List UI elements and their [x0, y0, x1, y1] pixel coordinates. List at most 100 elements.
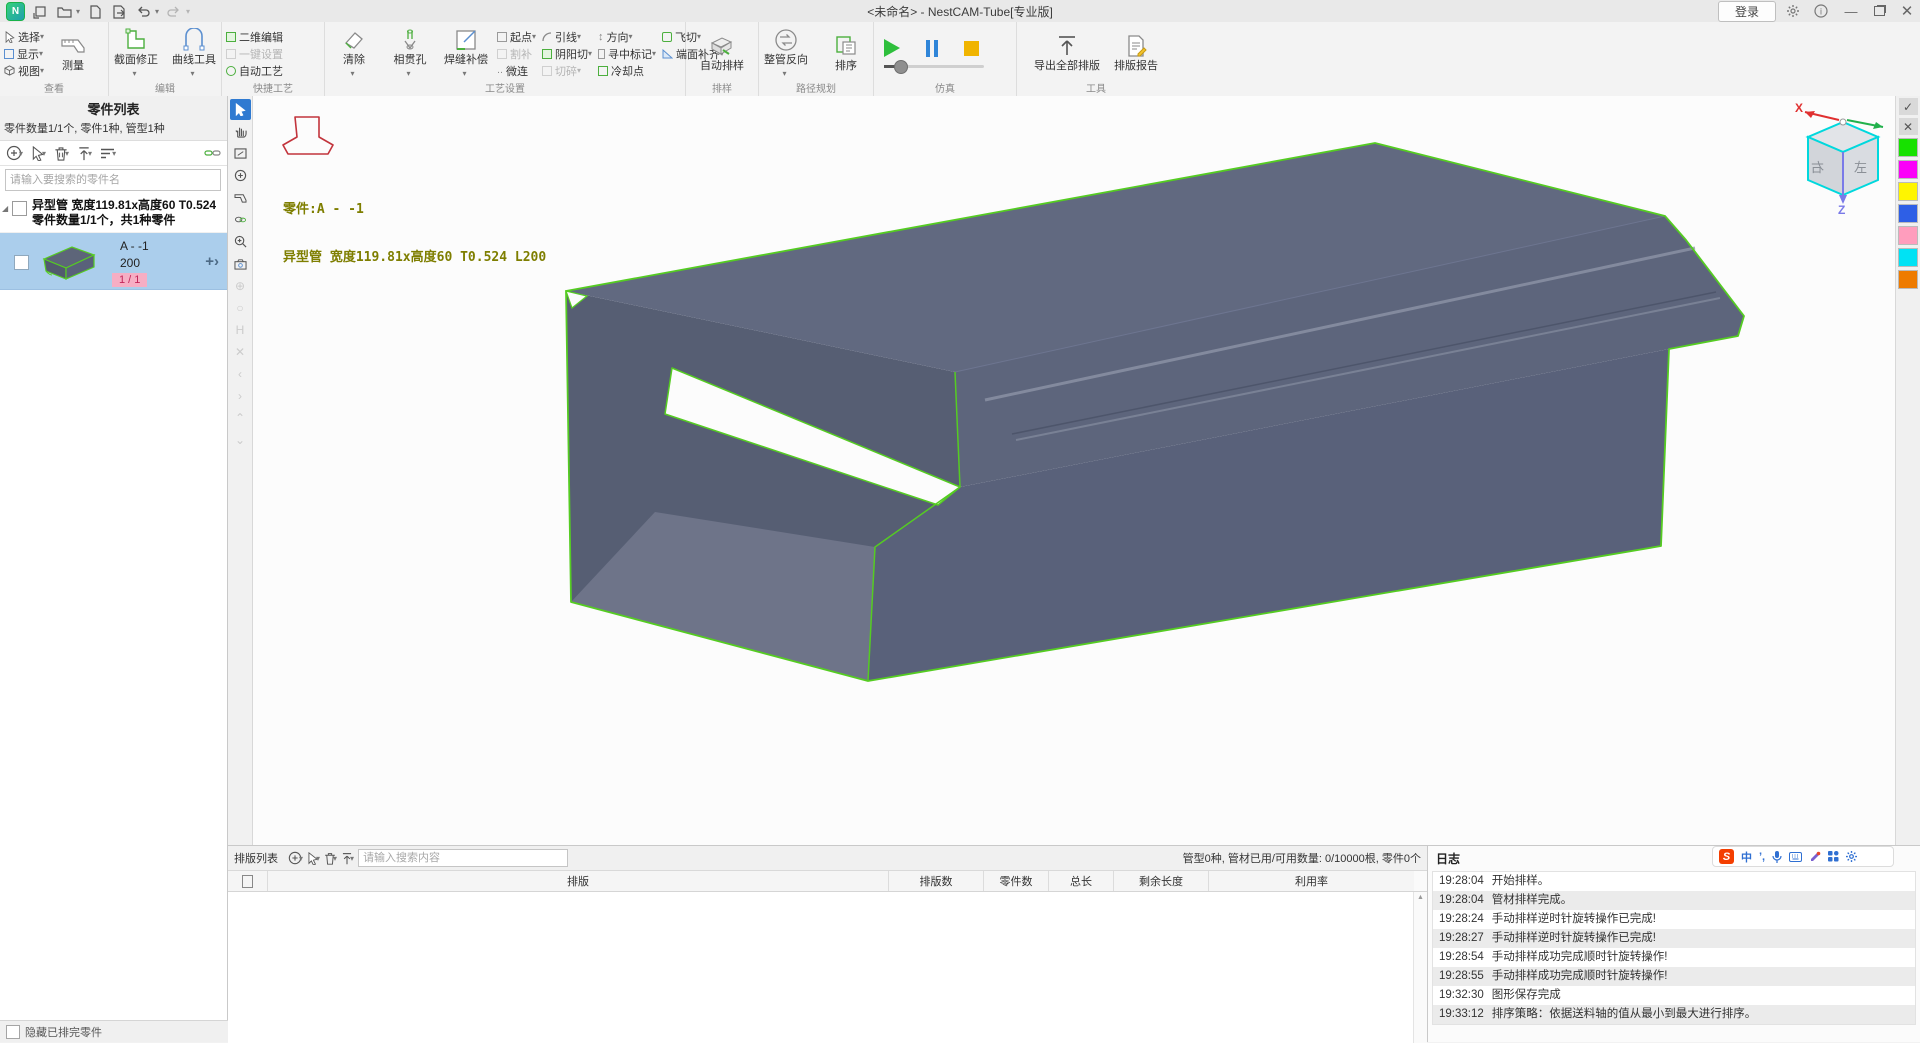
log-panel: 日志 19:28:04开始排样。 19:28:04管材排样完成。 19:28:2…: [1427, 845, 1920, 1042]
nesting-table-header: 排版 排版数 零件数 总长 剩余长度 利用率: [228, 871, 1427, 892]
vp-select-icon[interactable]: [230, 99, 251, 120]
color-swatch-yellow[interactable]: [1898, 182, 1918, 201]
group-label-edit: 编辑: [113, 83, 217, 96]
display-tool-button[interactable]: 显示▾: [4, 46, 44, 62]
part-3d[interactable]: [253, 96, 1895, 845]
move-top-button[interactable]: ▾: [77, 146, 92, 161]
color-swatch-orange[interactable]: [1898, 270, 1918, 289]
ime-logo-icon[interactable]: S: [1719, 849, 1734, 864]
ime-punct-icon[interactable]: ’,: [1759, 851, 1765, 863]
nesting-panel: 排版列表 ▾ ▾ ▾ ▾ 管型0种, 管材已用/可用数量: 0/10000根, …: [228, 845, 1427, 1042]
ime-lang-icon[interactable]: 中: [1741, 849, 1752, 865]
nest-delete-button[interactable]: ▾: [324, 852, 337, 865]
nest-add-button[interactable]: ▾: [288, 851, 303, 865]
col-nest[interactable]: 排版: [268, 871, 889, 891]
part-list-item-selected[interactable]: A - -1 200 1 / 1 +›: [0, 233, 227, 290]
close-button[interactable]: ✕: [1898, 2, 1916, 20]
col-checkbox[interactable]: [228, 871, 268, 891]
vp-magnifier-plus-icon[interactable]: [230, 231, 251, 252]
vp-zoom-in-icon[interactable]: [230, 165, 251, 186]
col-remaining[interactable]: 剩余长度: [1114, 871, 1209, 891]
select-tool-button[interactable]: 选择▾: [4, 29, 44, 45]
info-icon[interactable]: i: [1814, 4, 1832, 18]
export-all-button[interactable]: 导出全部排版: [1031, 34, 1103, 73]
sort-button[interactable]: 排序: [821, 34, 871, 73]
select-parts-button[interactable]: ▾: [31, 146, 46, 161]
login-button[interactable]: 登录: [1718, 1, 1776, 22]
auto-process-button[interactable]: 自动工艺: [226, 63, 283, 79]
auto-nest-button[interactable]: 自动排样: [697, 34, 747, 73]
measure-button[interactable]: 测量: [48, 34, 98, 73]
vp-measure-icon[interactable]: [230, 187, 251, 208]
start-point-button[interactable]: 起点▾: [497, 29, 536, 45]
direction-button[interactable]: ↕方向▾: [598, 29, 656, 45]
palette-cancel-button[interactable]: ✕: [1899, 118, 1918, 135]
view-cube[interactable]: 右 左 X Z: [1793, 100, 1893, 215]
reverse-tube-button[interactable]: 整管反向▾: [761, 28, 811, 80]
nesting-search-input[interactable]: [358, 849, 568, 867]
parts-search-input[interactable]: [5, 169, 221, 191]
view-tool-button[interactable]: 视图▾: [4, 63, 44, 79]
color-swatch-green[interactable]: [1898, 138, 1918, 157]
ime-keyboard-icon[interactable]: [1789, 852, 1802, 862]
nest-select-button[interactable]: ▾: [307, 852, 320, 865]
ime-toolbox-icon[interactable]: [1828, 851, 1839, 862]
ribbon-group-path: 整管反向▾ 排序 路径规划: [759, 22, 874, 96]
delete-part-button[interactable]: ▾: [54, 146, 69, 161]
axis-x-label: X: [1795, 101, 1803, 115]
clear-button[interactable]: 清除▾: [329, 28, 379, 80]
nesting-scrollbar[interactable]: ▲: [1413, 892, 1427, 1043]
ime-skin-icon[interactable]: [1809, 851, 1821, 863]
section-fix-button[interactable]: 截面修正▾: [111, 28, 161, 80]
part-move-icon[interactable]: +›: [205, 253, 219, 270]
lead-line-button[interactable]: 引线▾: [542, 29, 592, 45]
nest-top-button[interactable]: ▾: [341, 852, 354, 865]
minimize-button[interactable]: —: [1842, 4, 1860, 19]
color-swatch-magenta[interactable]: [1898, 160, 1918, 179]
log-row: 19:28:27手动排样逆时针旋转操作已完成!: [1433, 929, 1915, 948]
intersect-hole-button[interactable]: 相贯孔▾: [385, 28, 435, 80]
pause-button[interactable]: [926, 40, 938, 57]
viewport-canvas[interactable]: 零件:A - -1 异型管 宽度119.81x高度60 T0.524 L200: [253, 96, 1895, 845]
nest-report-button[interactable]: 排版报告: [1111, 34, 1161, 73]
ime-settings-icon[interactable]: [1846, 851, 1857, 862]
vp-snapshot-icon[interactable]: [230, 253, 251, 274]
hide-finished-checkbox[interactable]: [6, 1025, 20, 1039]
color-swatch-blue[interactable]: [1898, 204, 1918, 223]
vp-eraser-icon[interactable]: [230, 209, 251, 230]
play-button[interactable]: [884, 39, 900, 57]
center-mark-button[interactable]: 寻中标记▾: [598, 46, 656, 62]
add-part-button[interactable]: ▾: [6, 145, 23, 161]
parts-panel-title: 零件列表: [4, 99, 223, 118]
yin-yang-cut-button[interactable]: 阴阳切▾: [542, 46, 592, 62]
settings-gear-icon[interactable]: [1786, 4, 1804, 18]
col-total-length[interactable]: 总长: [1049, 871, 1114, 891]
group-label-tools: 工具: [1021, 83, 1171, 96]
weld-compensate-button[interactable]: 焊缝补偿▾: [441, 28, 491, 80]
part-checkbox[interactable]: [14, 255, 29, 270]
restore-button[interactable]: [1870, 4, 1888, 19]
color-swatch-pink[interactable]: [1898, 226, 1918, 245]
stop-button[interactable]: [964, 41, 979, 56]
micro-joint-button[interactable]: ‥微连: [497, 63, 536, 79]
color-swatch-cyan[interactable]: [1898, 248, 1918, 267]
edit-2d-button[interactable]: 二维编辑: [226, 29, 283, 45]
parts-group-row[interactable]: ◢ 异型管 宽度119.81x高度60 T0.524 零件数量1/1个，共1种零…: [0, 194, 227, 233]
cooling-point-button[interactable]: 冷却点: [598, 63, 656, 79]
curve-tools-button[interactable]: 曲线工具▾: [169, 28, 219, 80]
palette-apply-button[interactable]: ✓: [1899, 98, 1918, 115]
ime-mic-icon[interactable]: [1772, 850, 1782, 863]
col-part-count[interactable]: 零件数: [984, 871, 1049, 891]
group-checkbox[interactable]: [12, 201, 27, 216]
hide-finished-row[interactable]: 隐藏已排完零件: [0, 1020, 228, 1042]
link-parts-button[interactable]: [204, 147, 221, 159]
col-utilization[interactable]: 利用率: [1209, 871, 1414, 891]
col-nest-count[interactable]: 排版数: [889, 871, 984, 891]
slider-knob[interactable]: [894, 60, 908, 74]
vp-pan-hand-icon[interactable]: [230, 121, 251, 142]
sort-list-button[interactable]: ▾: [100, 147, 116, 160]
tree-expander-icon[interactable]: ◢: [2, 204, 8, 213]
group-title: 异型管 宽度119.81x高度60 T0.524: [32, 198, 225, 213]
simulation-speed-slider[interactable]: [884, 65, 984, 68]
vp-zoom-fit-icon[interactable]: [230, 143, 251, 164]
